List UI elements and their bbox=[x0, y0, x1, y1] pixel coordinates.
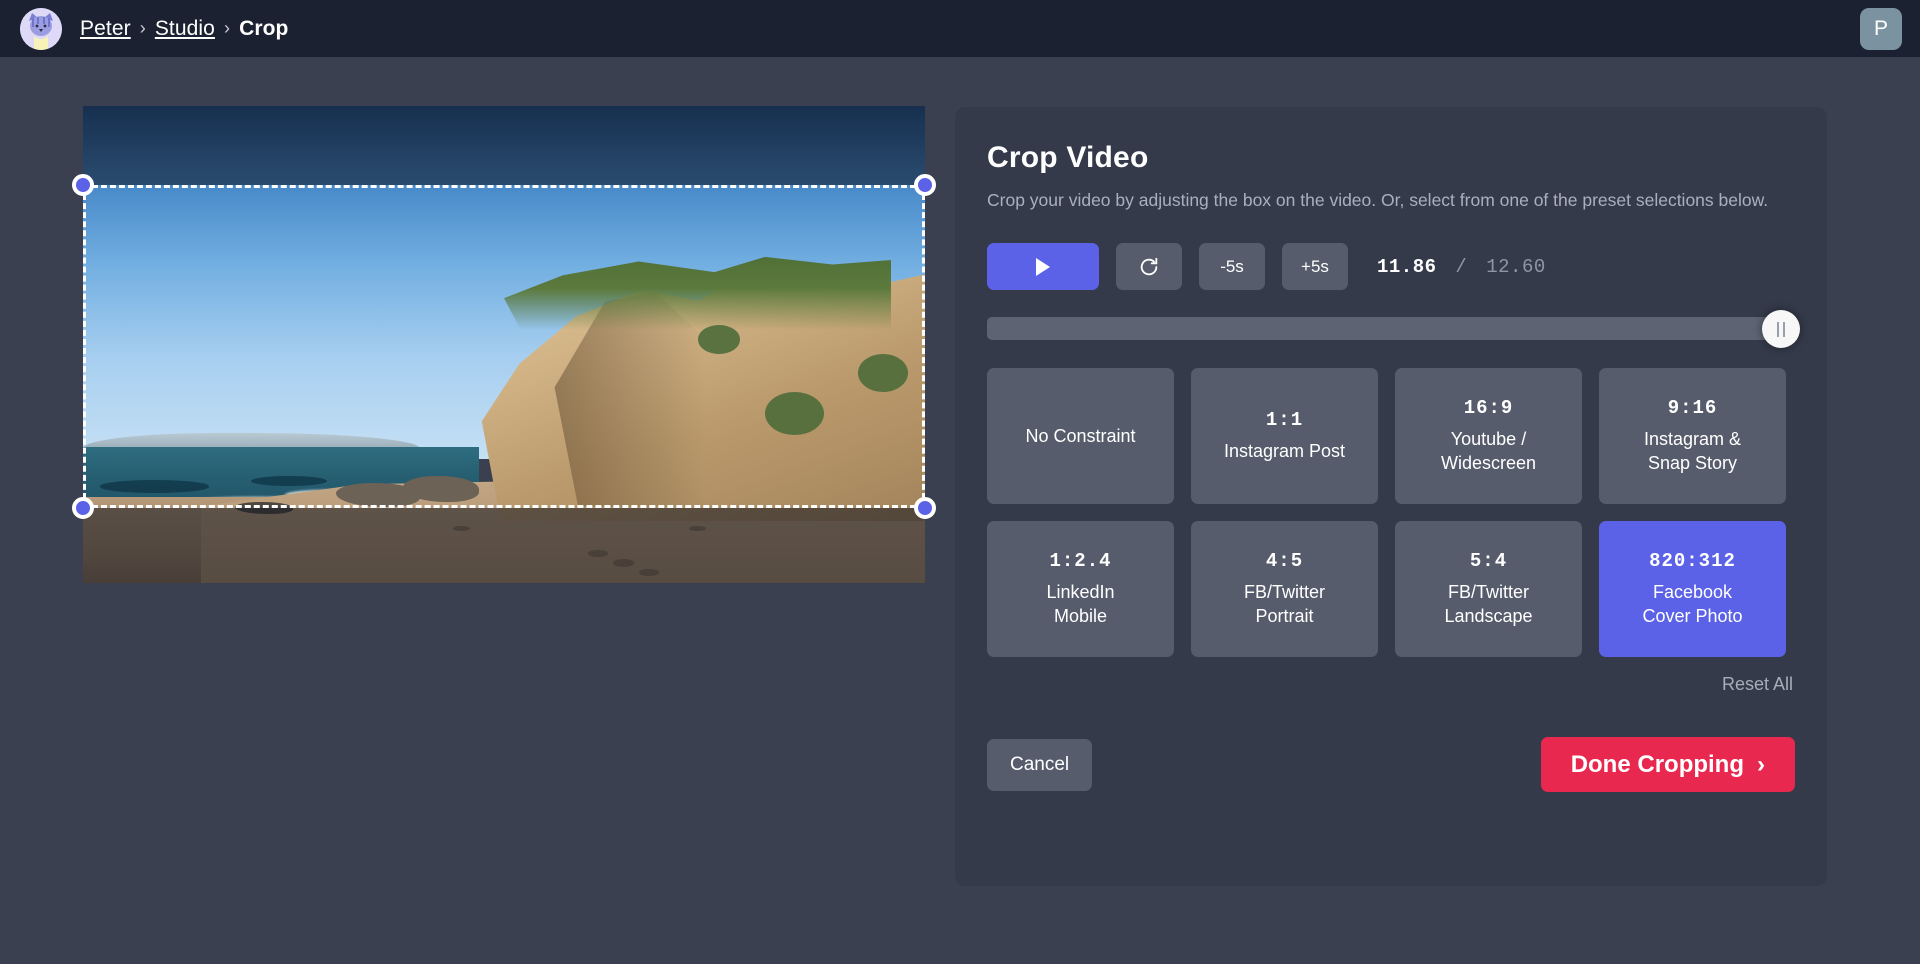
preset-ratio: 820:312 bbox=[1649, 550, 1736, 572]
restart-button[interactable] bbox=[1116, 243, 1182, 290]
breadcrumb-separator-1: › bbox=[140, 18, 146, 39]
time-separator: / bbox=[1455, 256, 1467, 278]
preset-1-2-4[interactable]: 1:2.4 LinkedInMobile bbox=[987, 521, 1174, 657]
crop-panel: Crop Video Crop your video by adjusting … bbox=[955, 107, 1827, 886]
rewind-5s-button[interactable]: -5s bbox=[1199, 243, 1265, 290]
breadcrumb: Peter › Studio › Crop bbox=[80, 17, 288, 41]
page-title: Crop Video bbox=[987, 141, 1795, 175]
preset-ratio: 1:2.4 bbox=[1049, 550, 1111, 572]
done-cropping-button[interactable]: Done Cropping › bbox=[1541, 737, 1795, 792]
current-time: 11.86 bbox=[1377, 256, 1437, 278]
preset-name: No Constraint bbox=[1025, 425, 1135, 449]
panel-footer: Cancel Done Cropping › bbox=[987, 737, 1795, 792]
preset-ratio: 1:1 bbox=[1266, 409, 1303, 431]
video-frame-image bbox=[83, 106, 925, 583]
preset-5-4[interactable]: 5:4 FB/TwitterLandscape bbox=[1395, 521, 1582, 657]
restart-icon bbox=[1138, 256, 1160, 278]
breadcrumb-user[interactable]: Peter bbox=[80, 17, 131, 41]
preset-name: Instagram &Snap Story bbox=[1644, 428, 1741, 476]
timeline-thumb[interactable] bbox=[1762, 310, 1800, 348]
preset-no-constraint[interactable]: No Constraint bbox=[987, 368, 1174, 504]
timeline-track[interactable] bbox=[987, 317, 1795, 340]
crop-handle-top-left[interactable] bbox=[72, 174, 94, 196]
preset-name: LinkedInMobile bbox=[1046, 581, 1114, 629]
time-display: 11.86 / 12.60 bbox=[1377, 256, 1546, 278]
preset-name: FacebookCover Photo bbox=[1642, 581, 1742, 629]
grip-handle-icon bbox=[1783, 322, 1785, 337]
preset-ratio: 9:16 bbox=[1668, 397, 1718, 419]
reset-row: Reset All bbox=[987, 674, 1795, 695]
preset-9-16[interactable]: 9:16 Instagram &Snap Story bbox=[1599, 368, 1786, 504]
preset-grid: No Constraint 1:1 Instagram Post 16:9 Yo… bbox=[987, 368, 1795, 657]
preset-name: FB/TwitterPortrait bbox=[1244, 581, 1325, 629]
crop-handle-bottom-left[interactable] bbox=[72, 497, 94, 519]
playback-controls: -5s +5s 11.86 / 12.60 bbox=[987, 243, 1795, 290]
breadcrumb-studio[interactable]: Studio bbox=[155, 17, 215, 41]
breadcrumb-current: Crop bbox=[239, 17, 288, 41]
done-cropping-label: Done Cropping bbox=[1571, 751, 1744, 779]
cat-avatar-icon bbox=[20, 8, 62, 50]
play-icon bbox=[1036, 258, 1050, 276]
preset-ratio: 4:5 bbox=[1266, 550, 1303, 572]
preset-name: Youtube /Widescreen bbox=[1441, 428, 1536, 476]
grip-handle-icon bbox=[1777, 322, 1779, 337]
video-preview[interactable] bbox=[83, 106, 925, 583]
preset-name: Instagram Post bbox=[1224, 440, 1345, 464]
preset-ratio: 16:9 bbox=[1464, 397, 1514, 419]
breadcrumb-separator-2: › bbox=[224, 18, 230, 39]
preset-name: FB/TwitterLandscape bbox=[1444, 581, 1532, 629]
preset-16-9[interactable]: 16:9 Youtube /Widescreen bbox=[1395, 368, 1582, 504]
panel-description: Crop your video by adjusting the box on … bbox=[987, 188, 1777, 213]
cancel-button[interactable]: Cancel bbox=[987, 739, 1092, 791]
chevron-right-icon: › bbox=[1757, 753, 1765, 777]
preset-820-312[interactable]: 820:312 FacebookCover Photo bbox=[1599, 521, 1786, 657]
preset-ratio: 5:4 bbox=[1470, 550, 1507, 572]
preset-1-1[interactable]: 1:1 Instagram Post bbox=[1191, 368, 1378, 504]
forward-5s-button[interactable]: +5s bbox=[1282, 243, 1348, 290]
reset-all-link[interactable]: Reset All bbox=[1722, 674, 1793, 695]
play-button[interactable] bbox=[987, 243, 1099, 290]
total-time: 12.60 bbox=[1486, 256, 1546, 278]
profile-avatar-button[interactable]: P bbox=[1860, 8, 1902, 50]
timeline-slider[interactable] bbox=[987, 314, 1795, 342]
video-stage bbox=[0, 57, 955, 964]
cat-avatar-svg bbox=[20, 8, 62, 50]
crop-handle-top-right[interactable] bbox=[914, 174, 936, 196]
crop-handle-bottom-right[interactable] bbox=[914, 497, 936, 519]
top-bar: Peter › Studio › Crop P bbox=[0, 0, 1920, 57]
preset-4-5[interactable]: 4:5 FB/TwitterPortrait bbox=[1191, 521, 1378, 657]
